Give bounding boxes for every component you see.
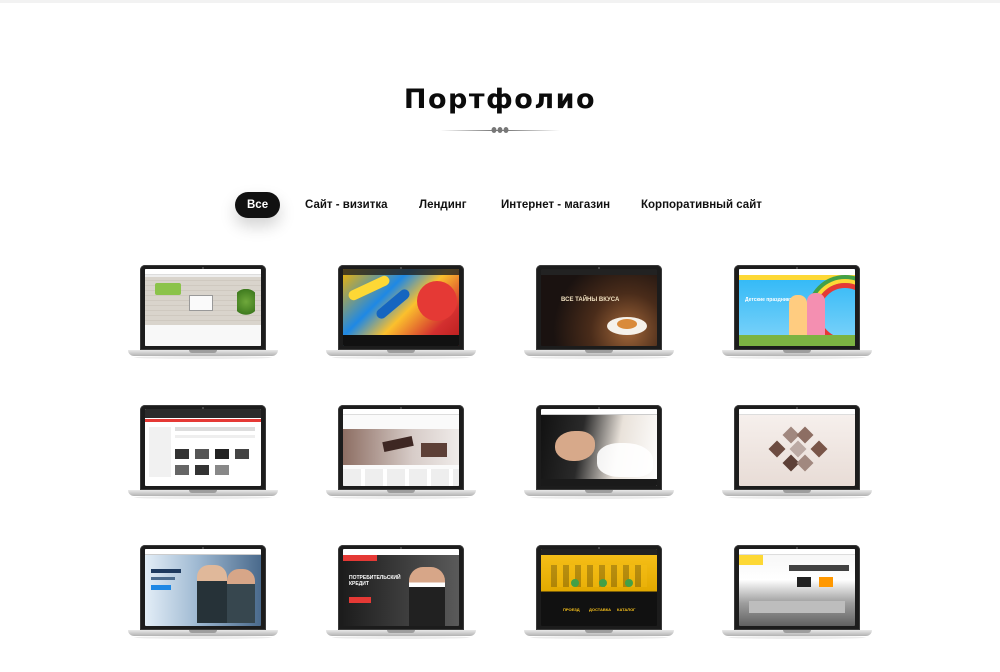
preview-button-1: ПРОЕЗД (563, 607, 580, 612)
portfolio-item-furniture-store[interactable] (326, 405, 476, 500)
site-preview: Детские праздники (739, 269, 855, 346)
laptop-frame: Детские праздники (734, 265, 860, 350)
site-preview (739, 549, 855, 626)
laptop-frame (140, 265, 266, 350)
portfolio-item-waterpark[interactable] (326, 265, 476, 360)
preview-heading: Детские праздники (745, 297, 793, 303)
laptop-frame (734, 545, 860, 630)
site-preview (739, 409, 855, 486)
portfolio-item-business-consulting[interactable] (128, 545, 278, 640)
laptop-frame (338, 265, 464, 350)
portfolio-item-photo-gallery[interactable] (722, 405, 872, 500)
site-preview (541, 409, 657, 486)
preview-button-2: ДОСТАВКА (589, 607, 612, 612)
portfolio-item-bank-credit[interactable]: ПОТРЕБИТЕЛЬСКИЙ КРЕДИТ (326, 545, 476, 640)
site-preview (343, 269, 459, 346)
portfolio-item-kids-party[interactable]: Детские праздники (722, 265, 872, 360)
laptop-frame (140, 405, 266, 490)
site-preview: ПРОЕЗД ДОСТАВКА КАТАЛОГ (541, 549, 657, 626)
portfolio-item-spa-salon[interactable] (524, 405, 674, 500)
laptop-frame (338, 405, 464, 490)
laptop-frame: ВСЕ ТАЙНЫ ВКУСА (536, 265, 662, 350)
portfolio-filters: Все Сайт - визитка Лендинг Интернет - ма… (0, 192, 1000, 220)
laptop-frame (734, 405, 860, 490)
title-ornament (440, 126, 560, 136)
portfolio-item-restaurant[interactable]: ВСЕ ТАЙНЫ ВКУСА (524, 265, 674, 360)
laptop-frame (140, 545, 266, 630)
filter-landing[interactable]: Лендинг (419, 192, 467, 218)
site-preview (145, 409, 261, 486)
filter-online-store[interactable]: Интернет - магазин (501, 192, 610, 218)
site-preview: ПОТРЕБИТЕЛЬСКИЙ КРЕДИТ (343, 549, 459, 626)
top-divider (0, 0, 1000, 3)
laptop-frame: ПОТРЕБИТЕЛЬСКИЙ КРЕДИТ (338, 545, 464, 630)
site-preview (145, 269, 261, 346)
laptop-frame: ПРОЕЗД ДОСТАВКА КАТАЛОГ (536, 545, 662, 630)
portfolio-item-taxi-service[interactable]: ПРОЕЗД ДОСТАВКА КАТАЛОГ (524, 545, 674, 640)
laptop-frame (536, 405, 662, 490)
filter-all[interactable]: Все (235, 192, 281, 218)
filter-business-card-site[interactable]: Сайт - визитка (305, 192, 387, 218)
preview-button-3: КАТАЛОГ (617, 607, 636, 612)
site-preview: ВСЕ ТАЙНЫ ВКУСА (541, 269, 657, 346)
site-preview (145, 549, 261, 626)
portfolio-item-kitchen-interior[interactable] (722, 545, 872, 640)
filter-corporate-site[interactable]: Корпоративный сайт (641, 192, 762, 218)
page-title: Портфолио (403, 84, 597, 115)
preview-heading: ВСЕ ТАЙНЫ ВКУСА (561, 297, 620, 303)
portfolio-item-interior-design[interactable] (128, 265, 278, 360)
preview-heading: ПОТРЕБИТЕЛЬСКИЙ КРЕДИТ (349, 575, 401, 587)
portfolio-item-online-store[interactable] (128, 405, 278, 500)
site-preview (343, 409, 459, 486)
